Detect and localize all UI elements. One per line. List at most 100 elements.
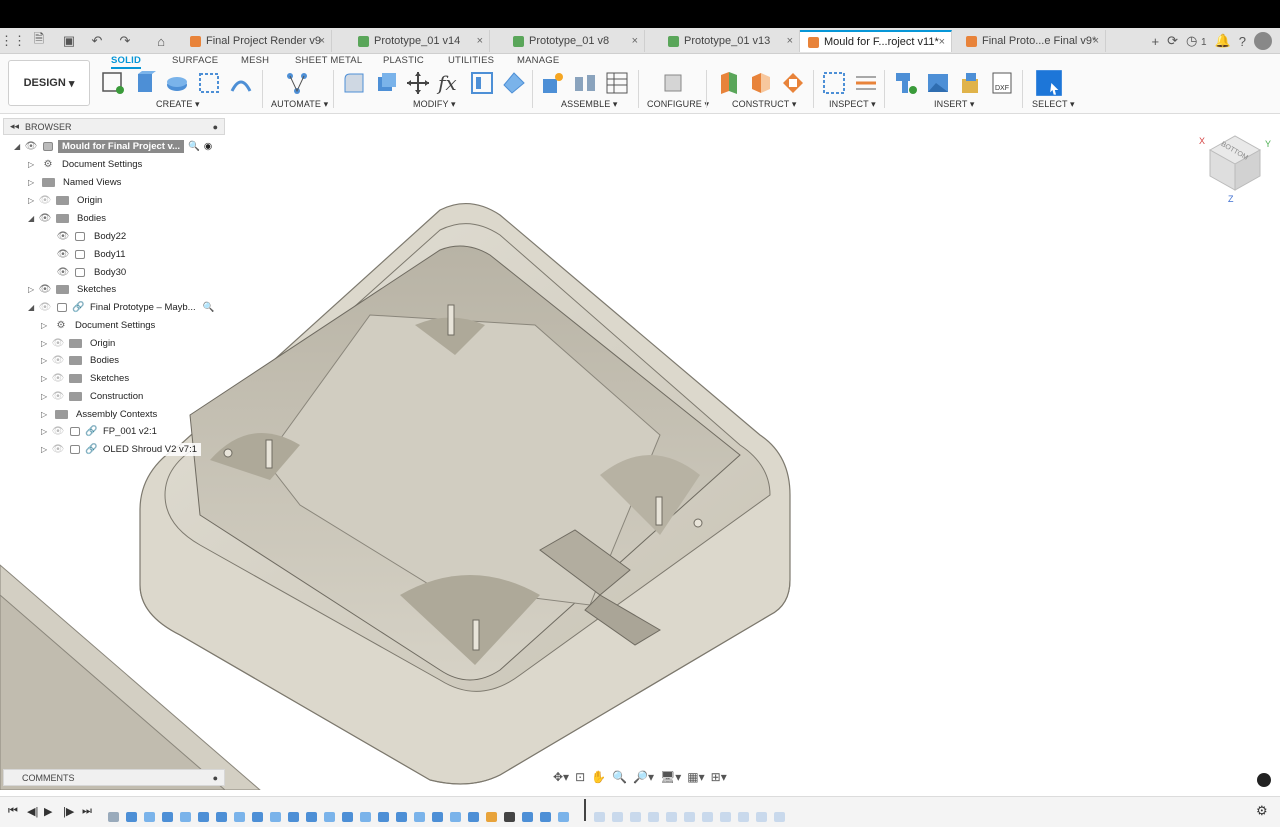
go-to-end-icon[interactable]: ⏭	[82, 805, 92, 818]
timeline-feature[interactable]	[306, 812, 317, 822]
section-analysis-icon[interactable]	[854, 71, 878, 95]
timeline-feature[interactable]	[396, 812, 407, 822]
group-automate[interactable]: AUTOMATE ▾	[271, 99, 328, 110]
tab-sheet-metal[interactable]: SHEET METAL	[295, 55, 362, 66]
expand-arrow-icon[interactable]: ▷	[41, 374, 51, 383]
timeline-feature[interactable]	[360, 812, 371, 822]
visibility-icon[interactable]: 👁	[51, 391, 65, 402]
revolve-icon[interactable]	[165, 71, 189, 95]
visibility-icon[interactable]: 👁	[51, 355, 65, 366]
group-modify[interactable]: MODIFY ▾	[413, 99, 456, 110]
tree-item-assembly-contexts[interactable]: ▷ Assembly Contexts	[41, 406, 162, 423]
expand-arrow-icon[interactable]: ▷	[28, 178, 38, 187]
tree-item-bodies[interactable]: ◢ 👁 Bodies	[28, 210, 111, 227]
visibility-icon[interactable]: 👁	[56, 249, 70, 260]
timeline-feature[interactable]	[522, 812, 533, 822]
grid-settings-icon[interactable]: ▦▾	[687, 770, 704, 784]
shell-icon[interactable]	[502, 71, 526, 95]
group-assemble[interactable]: ASSEMBLE ▾	[561, 99, 618, 110]
visibility-icon[interactable]: 👁	[51, 373, 65, 384]
look-at-icon[interactable]: ⊡	[575, 770, 585, 784]
timeline-feature-suppressed[interactable]	[630, 812, 641, 822]
offset-plane-icon[interactable]	[717, 71, 741, 95]
tree-item-construction[interactable]: ▷ 👁 Construction	[41, 388, 148, 405]
tab-plastic[interactable]: PLASTIC	[383, 55, 424, 66]
tab-manage[interactable]: MANAGE	[517, 55, 559, 66]
parameters-icon[interactable]: fx	[438, 71, 462, 95]
insert-derive-icon[interactable]	[894, 71, 918, 95]
timeline-feature[interactable]	[198, 812, 209, 822]
insert-image-icon[interactable]	[926, 71, 950, 95]
tree-item-final-prototype[interactable]: ◢ 👁 🔗 Final Prototype – Mayb... 🔍	[28, 299, 214, 316]
notifications-icon[interactable]: 🔔	[1215, 33, 1231, 49]
timeline-feature[interactable]	[108, 812, 119, 822]
timeline-feature-suppressed[interactable]	[684, 812, 695, 822]
tab-surface[interactable]: SURFACE	[172, 55, 218, 66]
sync-icon[interactable]: ⟳	[1167, 33, 1178, 49]
timeline-feature[interactable]	[378, 812, 389, 822]
create-sketch-icon[interactable]	[101, 71, 125, 95]
tree-item-origin[interactable]: ▷ 👁 Origin	[28, 192, 107, 209]
timeline-feature[interactable]	[540, 812, 551, 822]
close-icon[interactable]: ×	[632, 35, 638, 47]
timeline-feature[interactable]	[450, 812, 461, 822]
timeline-feature-suppressed[interactable]	[612, 812, 623, 822]
expand-arrow-icon[interactable]: ▷	[28, 285, 38, 294]
help-icon[interactable]: ?	[1239, 34, 1246, 49]
visibility-icon[interactable]: 👁	[38, 302, 52, 313]
orbit-icon[interactable]: ✥▾	[553, 770, 569, 784]
select-icon[interactable]	[1035, 69, 1063, 97]
tree-item-body22[interactable]: 👁 Body22	[56, 228, 131, 245]
visibility-icon[interactable]: 👁	[51, 426, 65, 437]
configure-icon[interactable]	[661, 71, 685, 95]
bom-icon[interactable]	[605, 71, 629, 95]
plane-at-angle-icon[interactable]	[749, 71, 773, 95]
tree-item-body11[interactable]: 👁 Body11	[56, 246, 130, 263]
visibility-icon[interactable]: 👁	[24, 141, 38, 152]
tab-utilities[interactable]: UTILITIES	[448, 55, 494, 66]
timeline-feature-suppressed[interactable]	[774, 812, 785, 822]
sweep-icon[interactable]	[197, 71, 221, 95]
timeline-feature[interactable]	[414, 812, 425, 822]
visibility-icon[interactable]: 👁	[56, 267, 70, 278]
expand-arrow-icon[interactable]: ▷	[41, 445, 51, 454]
save-icon[interactable]: ▣	[58, 30, 80, 52]
tab-mould-active[interactable]: Mould for F...roject v11* ×	[800, 30, 952, 52]
timeline-marker[interactable]	[584, 799, 586, 821]
tab-mesh[interactable]: MESH	[241, 55, 269, 66]
group-configure[interactable]: CONFIGURE ▾	[647, 99, 709, 110]
close-icon[interactable]: ×	[319, 35, 325, 47]
tree-root[interactable]: ◢ 👁 Mould for Final Project v... 🔍 ◉	[14, 138, 212, 155]
extrude-icon[interactable]	[133, 71, 157, 95]
timeline-feature[interactable]	[342, 812, 353, 822]
timeline-feature[interactable]	[270, 812, 281, 822]
tab-final-proto[interactable]: Final Proto...e Final v9* ×	[958, 30, 1106, 52]
visibility-icon[interactable]: 👁	[38, 195, 52, 206]
move-icon[interactable]	[406, 71, 430, 95]
collapse-arrow-icon[interactable]: ◢	[14, 142, 24, 151]
fit-icon[interactable]: 🔎▾	[633, 770, 654, 784]
group-inspect[interactable]: INSPECT ▾	[829, 99, 876, 110]
timeline-feature[interactable]	[144, 812, 155, 822]
viewports-icon[interactable]: ⊞▾	[711, 770, 727, 784]
tree-item-sub-bodies[interactable]: ▷ 👁 Bodies	[41, 352, 124, 369]
expand-arrow-icon[interactable]: ▷	[41, 339, 51, 348]
timeline-feature[interactable]	[432, 812, 443, 822]
tree-item-document-settings[interactable]: ▷ ⚙ Document Settings	[28, 156, 147, 173]
browser-panel-header[interactable]: ◂◂ BROWSER ●	[3, 118, 225, 135]
timeline-feature[interactable]	[288, 812, 299, 822]
timeline-feature[interactable]	[558, 812, 569, 822]
tree-item-sub-sketches[interactable]: ▷ 👁 Sketches	[41, 370, 134, 387]
tab-prototype-v13[interactable]: Prototype_01 v13 ×	[660, 30, 800, 52]
view-cube[interactable]: BOTTOM X Y Z	[1195, 130, 1275, 205]
search-icon[interactable]: 🔍	[203, 302, 215, 313]
expand-arrow-icon[interactable]: ▷	[41, 427, 51, 436]
timeline-feature[interactable]	[324, 812, 335, 822]
timeline-features[interactable]	[108, 799, 793, 822]
collapse-arrow-icon[interactable]: ◢	[28, 214, 38, 223]
visibility-icon[interactable]: 👁	[56, 231, 70, 242]
redo-icon[interactable]: ↷	[114, 30, 136, 52]
press-pull-icon[interactable]	[342, 71, 366, 95]
fillet-icon[interactable]	[374, 71, 398, 95]
tree-item-oled-shroud[interactable]: ▷ 👁 🔗 OLED Shroud V2 v7:1	[41, 441, 201, 458]
